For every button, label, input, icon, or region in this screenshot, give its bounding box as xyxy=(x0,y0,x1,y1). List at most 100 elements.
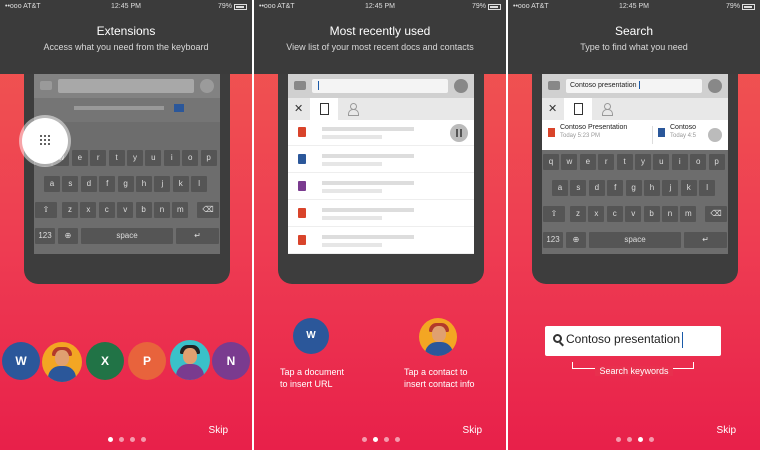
shift-key[interactable]: ⇧ xyxy=(35,202,57,218)
microphone-icon[interactable] xyxy=(454,79,468,93)
globe-key[interactable]: ⊕ xyxy=(58,228,78,244)
key-x[interactable]: x xyxy=(80,202,97,218)
space-key[interactable]: space xyxy=(589,232,681,248)
numbers-key[interactable]: 123 xyxy=(543,232,563,248)
microphone-icon[interactable] xyxy=(200,79,214,93)
page-dot[interactable] xyxy=(616,437,621,442)
recent-doc-row[interactable] xyxy=(288,174,474,200)
recent-doc-row[interactable] xyxy=(288,147,474,173)
page-dot[interactable] xyxy=(141,437,146,442)
tab-documents[interactable] xyxy=(564,98,592,120)
return-key[interactable]: ↵ xyxy=(684,232,727,248)
skip-button[interactable]: Skip xyxy=(463,425,482,436)
skip-button[interactable]: Skip xyxy=(209,425,228,436)
key-w[interactable]: w xyxy=(561,154,578,170)
key-h[interactable]: h xyxy=(136,176,152,192)
more-icon[interactable] xyxy=(708,128,722,142)
key-t[interactable]: t xyxy=(616,154,633,170)
key-j[interactable]: j xyxy=(662,180,679,196)
key-g[interactable]: g xyxy=(625,180,642,196)
recent-doc-row[interactable] xyxy=(288,120,474,146)
page-dot[interactable] xyxy=(130,437,135,442)
key-k[interactable]: k xyxy=(172,176,189,192)
key-y[interactable]: y xyxy=(127,150,143,166)
close-icon[interactable]: ✕ xyxy=(294,102,303,115)
key-a[interactable]: a xyxy=(44,176,60,192)
page-dot[interactable] xyxy=(627,437,632,442)
key-t[interactable]: t xyxy=(108,150,125,166)
space-key[interactable]: space xyxy=(81,228,173,244)
page-dot[interactable] xyxy=(362,437,367,442)
page-dot[interactable] xyxy=(638,437,643,442)
backspace-key[interactable]: ⌫ xyxy=(705,206,727,222)
keyboard-topbar xyxy=(34,74,220,98)
extensions-grid-icon[interactable] xyxy=(39,134,51,146)
key-f[interactable]: f xyxy=(99,176,116,192)
key-d[interactable]: d xyxy=(80,176,97,192)
page-dot[interactable] xyxy=(119,437,124,442)
page-dot[interactable] xyxy=(373,437,378,442)
page-dot[interactable] xyxy=(108,437,113,442)
key-v[interactable]: v xyxy=(625,206,642,222)
skip-button[interactable]: Skip xyxy=(717,425,736,436)
numbers-key[interactable]: 123 xyxy=(35,228,55,244)
key-n[interactable]: n xyxy=(662,206,678,222)
key-k[interactable]: k xyxy=(680,180,697,196)
key-c[interactable]: c xyxy=(606,206,623,222)
key-d[interactable]: d xyxy=(588,180,605,196)
keyboard-search-box[interactable] xyxy=(312,79,448,93)
key-u[interactable]: u xyxy=(145,150,162,166)
recent-doc-row[interactable] xyxy=(288,228,474,254)
key-c[interactable]: c xyxy=(98,202,115,218)
close-icon[interactable]: ✕ xyxy=(548,102,557,115)
key-l[interactable]: l xyxy=(191,176,208,192)
key-l[interactable]: l xyxy=(699,180,716,196)
key-x[interactable]: x xyxy=(588,206,605,222)
backspace-key[interactable]: ⌫ xyxy=(197,202,219,218)
microphone-icon[interactable] xyxy=(708,79,722,93)
key-e[interactable]: e xyxy=(71,150,88,166)
key-z[interactable]: z xyxy=(62,202,78,218)
shift-key[interactable]: ⇧ xyxy=(543,206,565,222)
tab-documents[interactable] xyxy=(310,98,338,120)
key-f[interactable]: f xyxy=(607,180,624,196)
key-m[interactable]: m xyxy=(680,206,697,222)
key-s[interactable]: s xyxy=(570,180,587,196)
key-v[interactable]: v xyxy=(117,202,134,218)
keyboard-search-box[interactable] xyxy=(58,79,194,93)
key-o[interactable]: o xyxy=(182,150,199,166)
page-dot[interactable] xyxy=(395,437,400,442)
page-dot[interactable] xyxy=(384,437,389,442)
key-p[interactable]: p xyxy=(708,154,725,170)
key-y[interactable]: y xyxy=(635,154,651,170)
key-o[interactable]: o xyxy=(690,154,707,170)
key-r[interactable]: r xyxy=(90,150,107,166)
search-result[interactable]: Contoso Presentation Today 5:23 PM xyxy=(560,124,627,139)
key-i[interactable]: i xyxy=(163,150,180,166)
search-result[interactable]: Contoso Today 4:5 xyxy=(670,124,696,139)
tab-contacts[interactable] xyxy=(348,103,359,116)
key-u[interactable]: u xyxy=(653,154,670,170)
key-n[interactable]: n xyxy=(154,202,170,218)
key-h[interactable]: h xyxy=(644,180,660,196)
return-key[interactable]: ↵ xyxy=(176,228,219,244)
key-j[interactable]: j xyxy=(154,176,171,192)
page-dot[interactable] xyxy=(649,437,654,442)
globe-key[interactable]: ⊕ xyxy=(566,232,586,248)
key-a[interactable]: a xyxy=(552,180,568,196)
key-q[interactable]: q xyxy=(543,154,559,170)
keyboard-search-box[interactable]: Contoso presentation xyxy=(566,79,702,93)
key-r[interactable]: r xyxy=(598,154,615,170)
key-z[interactable]: z xyxy=(570,206,586,222)
recent-doc-row[interactable] xyxy=(288,201,474,227)
key-m[interactable]: m xyxy=(172,202,189,218)
key-p[interactable]: p xyxy=(200,150,217,166)
tab-contacts[interactable] xyxy=(602,103,613,116)
key-s[interactable]: s xyxy=(62,176,79,192)
key-e[interactable]: e xyxy=(579,154,596,170)
key-b[interactable]: b xyxy=(135,202,152,218)
key-g[interactable]: g xyxy=(117,176,134,192)
pause-icon[interactable] xyxy=(450,124,468,142)
key-i[interactable]: i xyxy=(671,154,688,170)
key-b[interactable]: b xyxy=(643,206,660,222)
